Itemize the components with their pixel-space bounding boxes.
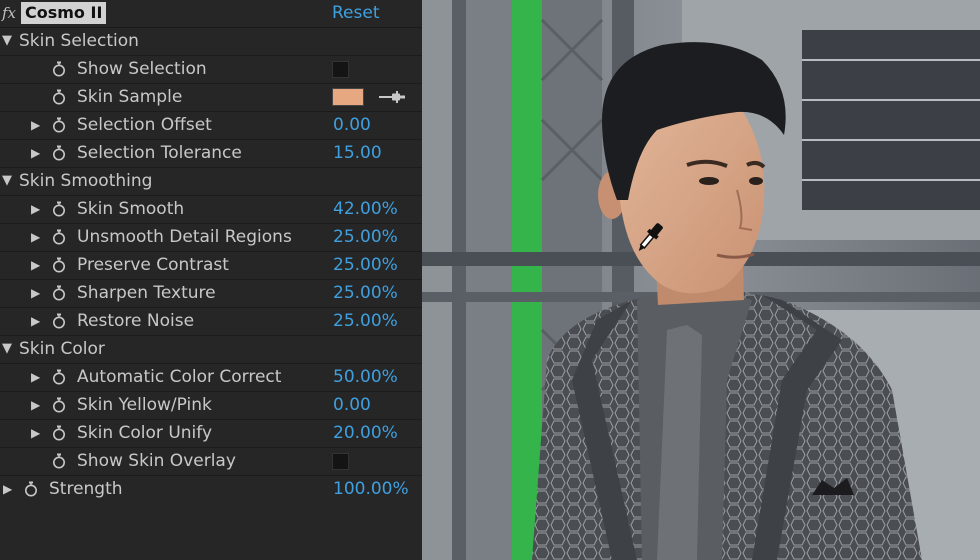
fx-badge[interactable]: fx — [2, 2, 22, 24]
row-show-selection: Show Selection — [0, 55, 422, 84]
param-label: Selection Offset — [77, 115, 212, 135]
skin-smooth-value[interactable]: 42.00% — [333, 195, 398, 223]
stopwatch-icon[interactable] — [52, 453, 66, 469]
triangle-right-icon[interactable]: ▶ — [31, 111, 40, 139]
triangle-right-icon[interactable]: ▶ — [31, 363, 40, 391]
effect-controls-panel: fx Cosmo II Reset ▼ Skin Selection Show … — [0, 0, 422, 560]
stopwatch-icon[interactable] — [52, 89, 66, 105]
param-label: Unsmooth Detail Regions — [77, 227, 292, 247]
param-label: Selection Tolerance — [77, 143, 242, 163]
stopwatch-icon[interactable] — [52, 145, 66, 161]
param-label: Preserve Contrast — [77, 255, 229, 275]
stopwatch-icon[interactable] — [52, 61, 66, 77]
param-label: Sharpen Texture — [77, 283, 216, 303]
triangle-down-icon[interactable]: ▼ — [2, 335, 12, 363]
app-window: fx Cosmo II Reset ▼ Skin Selection Show … — [0, 0, 980, 560]
triangle-right-icon[interactable]: ▶ — [31, 223, 40, 251]
param-label: Skin Smooth — [77, 199, 185, 219]
param-label: Show Selection — [77, 59, 207, 79]
portrait-photo — [422, 0, 980, 560]
triangle-right-icon[interactable]: ▶ — [31, 391, 40, 419]
skin-yellow-pink-value[interactable]: 0.00 — [333, 391, 371, 419]
row-strength: ▶ Strength 100.00% — [0, 475, 422, 503]
row-restore-noise: ▶ Restore Noise 25.00% — [0, 307, 422, 336]
row-skin-yellow-pink: ▶ Skin Yellow/Pink 0.00 — [0, 391, 422, 420]
group-skin-selection[interactable]: ▼ Skin Selection — [0, 27, 422, 56]
skin-color-unify-value[interactable]: 20.00% — [333, 419, 398, 447]
triangle-right-icon[interactable]: ▶ — [31, 419, 40, 447]
show-skin-overlay-checkbox[interactable] — [332, 453, 349, 470]
row-sharpen-texture: ▶ Sharpen Texture 25.00% — [0, 279, 422, 308]
triangle-right-icon[interactable]: ▶ — [31, 251, 40, 279]
stopwatch-icon[interactable] — [52, 117, 66, 133]
row-automatic-color-correct: ▶ Automatic Color Correct 50.00% — [0, 363, 422, 392]
stopwatch-icon[interactable] — [24, 481, 38, 497]
strength-value[interactable]: 100.00% — [333, 475, 409, 503]
group-label: Skin Selection — [19, 31, 139, 51]
param-label: Restore Noise — [77, 311, 195, 331]
effect-name-label[interactable]: Cosmo II — [21, 2, 107, 24]
param-label: Automatic Color Correct — [77, 367, 282, 387]
group-skin-color[interactable]: ▼ Skin Color — [0, 335, 422, 364]
triangle-down-icon[interactable]: ▼ — [2, 167, 12, 195]
param-label: Strength — [49, 479, 123, 499]
show-selection-checkbox[interactable] — [332, 61, 349, 78]
row-selection-offset: ▶ Selection Offset 0.00 — [0, 111, 422, 140]
group-skin-smoothing[interactable]: ▼ Skin Smoothing — [0, 167, 422, 196]
stopwatch-icon[interactable] — [52, 257, 66, 273]
effect-header: fx Cosmo II Reset — [0, 0, 422, 28]
reset-button[interactable]: Reset — [332, 2, 380, 24]
stopwatch-icon[interactable] — [52, 313, 66, 329]
restore-noise-value[interactable]: 25.00% — [333, 307, 398, 335]
preserve-contrast-value[interactable]: 25.00% — [333, 251, 398, 279]
stopwatch-icon[interactable] — [52, 285, 66, 301]
skin-sample-color-swatch[interactable] — [332, 88, 364, 106]
stopwatch-icon[interactable] — [52, 369, 66, 385]
param-label: Show Skin Overlay — [77, 451, 236, 471]
triangle-right-icon[interactable]: ▶ — [31, 307, 40, 335]
group-label: Skin Smoothing — [19, 171, 153, 191]
row-unsmooth-detail-regions: ▶ Unsmooth Detail Regions 25.00% — [0, 223, 422, 252]
row-skin-smooth: ▶ Skin Smooth 42.00% — [0, 195, 422, 224]
row-skin-sample: Skin Sample — [0, 83, 422, 112]
triangle-right-icon[interactable]: ▶ — [31, 279, 40, 307]
stopwatch-icon[interactable] — [52, 425, 66, 441]
sharpen-texture-value[interactable]: 25.00% — [333, 279, 398, 307]
selection-tolerance-value[interactable]: 15.00 — [333, 139, 382, 167]
group-label: Skin Color — [19, 339, 105, 359]
stopwatch-icon[interactable] — [52, 229, 66, 245]
unsmooth-detail-value[interactable]: 25.00% — [333, 223, 398, 251]
triangle-right-icon[interactable]: ▶ — [31, 195, 40, 223]
param-label: Skin Sample — [77, 87, 183, 107]
composition-viewer[interactable] — [422, 0, 980, 560]
row-skin-color-unify: ▶ Skin Color Unify 20.00% — [0, 419, 422, 448]
auto-color-correct-value[interactable]: 50.00% — [333, 363, 398, 391]
triangle-down-icon[interactable]: ▼ — [2, 27, 12, 55]
stopwatch-icon[interactable] — [52, 201, 66, 217]
row-show-skin-overlay: Show Skin Overlay — [0, 447, 422, 476]
eyedropper-icon[interactable] — [376, 89, 410, 105]
param-label: Skin Yellow/Pink — [77, 395, 212, 415]
selection-offset-value[interactable]: 0.00 — [333, 111, 371, 139]
stopwatch-icon[interactable] — [52, 397, 66, 413]
param-label: Skin Color Unify — [77, 423, 213, 443]
triangle-right-icon[interactable]: ▶ — [31, 139, 40, 167]
triangle-right-icon[interactable]: ▶ — [3, 475, 12, 503]
row-preserve-contrast: ▶ Preserve Contrast 25.00% — [0, 251, 422, 280]
row-selection-tolerance: ▶ Selection Tolerance 15.00 — [0, 139, 422, 168]
